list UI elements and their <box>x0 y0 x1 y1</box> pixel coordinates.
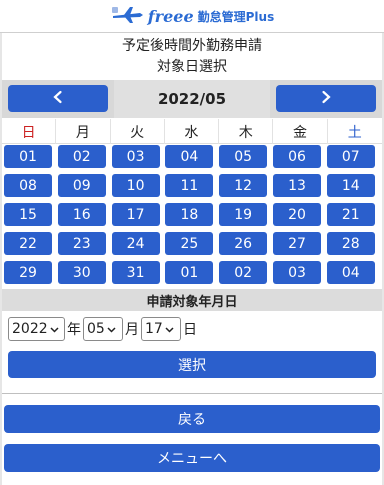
weekday-sat: 土 <box>347 124 362 141</box>
calendar-day-button[interactable]: 12 <box>219 174 268 197</box>
calendar-day-button[interactable]: 01 <box>4 145 52 168</box>
calendar-day-button[interactable]: 19 <box>219 203 268 226</box>
calendar-day-button[interactable]: 16 <box>57 203 106 226</box>
target-date-heading: 申請対象年月日 <box>2 289 382 311</box>
month-value: 05 <box>87 321 105 337</box>
next-month-button[interactable] <box>276 85 376 112</box>
calendar-day-button[interactable]: 21 <box>326 203 375 226</box>
calendar-day-button[interactable]: 18 <box>165 203 214 226</box>
calendar-day-button[interactable]: 26 <box>219 232 268 255</box>
calendar-day-button[interactable]: 02 <box>219 261 268 284</box>
calendar-day-button[interactable]: 08 <box>4 174 52 197</box>
day-unit: 日 <box>183 322 197 338</box>
weekday-wed: 水 <box>165 119 220 144</box>
logo-subtitle: 勤怠管理Plus <box>197 9 275 24</box>
calendar-day-button[interactable]: 03 <box>273 261 321 284</box>
calendar-day-button[interactable]: 15 <box>4 203 52 226</box>
year-unit: 年 <box>67 322 81 338</box>
divider <box>2 393 382 394</box>
calendar-day-button[interactable]: 14 <box>326 174 375 197</box>
airplane-logo-icon <box>110 4 144 28</box>
calendar-day-button[interactable]: 20 <box>273 203 321 226</box>
calendar-day-button[interactable]: 13 <box>273 174 321 197</box>
calendar-day-button[interactable]: 22 <box>4 232 52 255</box>
weekday-fri: 金 <box>273 119 328 144</box>
current-month: 2022/05 <box>114 80 270 118</box>
calendar-day-button[interactable]: 09 <box>57 174 106 197</box>
calendar-day-button[interactable]: 04 <box>165 145 214 168</box>
page-title-sub: 対象日選択 <box>157 59 227 75</box>
calendar-day-button[interactable]: 01 <box>165 261 214 284</box>
day-select[interactable]: 17 <box>141 317 181 341</box>
chevron-right-icon <box>319 89 333 108</box>
calendar-day-button[interactable]: 07 <box>326 145 375 168</box>
page-title-main: 予定後時間外勤務申請 <box>122 38 262 54</box>
chevron-down-icon <box>50 321 59 337</box>
calendar-day-button[interactable]: 03 <box>111 145 160 168</box>
calendar-day-button[interactable]: 25 <box>165 232 214 255</box>
back-button[interactable]: 戻る <box>4 405 380 433</box>
prev-month-button[interactable] <box>8 85 108 112</box>
weekday-tue: 火 <box>111 119 165 144</box>
calendar-nav: 2022/05 <box>2 80 382 118</box>
logo-bar: freee 勤怠管理Plus <box>0 0 384 33</box>
calendar-day-button[interactable]: 17 <box>111 203 160 226</box>
select-button[interactable]: 選択 <box>8 351 376 378</box>
logo-text: freee <box>147 6 194 26</box>
month-select[interactable]: 05 <box>83 317 123 341</box>
weekday-thu: 木 <box>219 119 274 144</box>
chevron-down-icon <box>165 321 174 337</box>
chevron-down-icon <box>107 321 116 337</box>
month-unit: 月 <box>125 322 139 338</box>
weekday-header: 日 月 火 水 木 金 土 <box>2 119 382 144</box>
calendar-day-button[interactable]: 28 <box>326 232 375 255</box>
calendar-day-button[interactable]: 30 <box>57 261 106 284</box>
calendar-day-button[interactable]: 10 <box>111 174 160 197</box>
target-date-row: 2022 年 05 月 17 日 <box>8 316 199 342</box>
day-value: 17 <box>145 321 163 337</box>
menu-button[interactable]: メニューへ <box>4 444 380 472</box>
calendar-day-button[interactable]: 02 <box>57 145 106 168</box>
calendar-day-button[interactable]: 24 <box>111 232 160 255</box>
calendar-day-button[interactable]: 05 <box>219 145 268 168</box>
year-select[interactable]: 2022 <box>8 317 65 341</box>
calendar-day-button[interactable]: 23 <box>57 232 106 255</box>
calendar-grid: 01 02 03 04 05 06 07 08 09 10 11 12 13 14 15 16 17 18 19 20… <box>4 145 380 288</box>
weekday-sun: 日 <box>2 119 57 144</box>
chevron-left-icon <box>51 89 65 108</box>
page-title: 予定後時間外勤務申請 対象日選択 <box>0 34 384 78</box>
calendar-day-button[interactable]: 11 <box>165 174 214 197</box>
calendar-day-button[interactable]: 27 <box>273 232 321 255</box>
calendar-day-button[interactable]: 06 <box>273 145 321 168</box>
calendar-day-button[interactable]: 04 <box>326 261 375 284</box>
calendar-day-button[interactable]: 31 <box>111 261 160 284</box>
weekday-mon: 月 <box>56 119 111 144</box>
year-value: 2022 <box>12 321 48 337</box>
app-logo: freee 勤怠管理Plus <box>110 4 274 28</box>
calendar-day-button[interactable]: 29 <box>4 261 52 284</box>
